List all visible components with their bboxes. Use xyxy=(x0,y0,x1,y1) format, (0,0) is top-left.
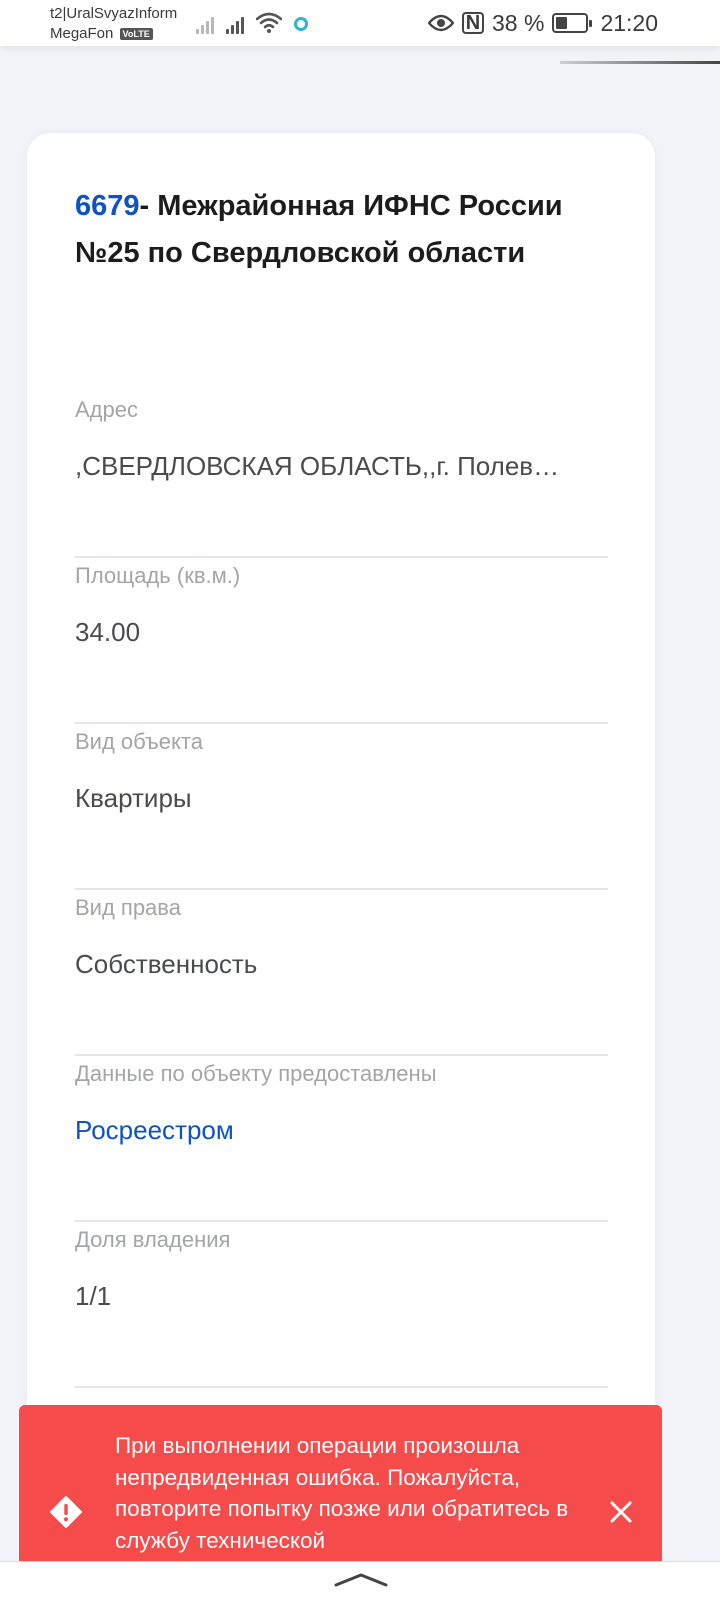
tax-office-code: 6679 xyxy=(75,190,140,222)
signal-icon xyxy=(196,14,214,34)
field-label: Площадь (кв.м.) xyxy=(75,563,241,588)
field-label: Данные по объекту предоставлены xyxy=(75,1061,437,1086)
header-divider xyxy=(560,61,720,64)
wifi-icon xyxy=(256,12,282,33)
field-value: Собственность xyxy=(75,949,258,979)
field-data-source: Данные по объекту предоставлены Росреест… xyxy=(75,1059,608,1222)
sync-icon xyxy=(294,17,308,31)
field-label: Вид объекта xyxy=(75,729,203,754)
warning-diamond-icon xyxy=(50,1496,82,1528)
error-message: При выполнении операции произошла непред… xyxy=(115,1433,569,1553)
field-right-type: Вид права Собственность xyxy=(75,893,608,1056)
clock: 21:20 xyxy=(600,9,658,36)
battery-percent: 38 % xyxy=(492,9,545,36)
field-address: Адрес ,СВЕРДЛОВСКАЯ ОБЛАСТЬ,,г. Полев… xyxy=(75,395,608,558)
field-label: Вид права xyxy=(75,895,181,920)
nfc-icon: N xyxy=(462,12,484,34)
property-card: 6679- Межрайонная ИФНС России №25 по Све… xyxy=(27,133,655,1553)
field-value: Квартиры xyxy=(75,783,192,813)
status-right: N 38 % 21:20 xyxy=(428,8,658,38)
field-area: Площадь (кв.м.) 34.00 xyxy=(75,561,608,724)
field-value: 34.00 xyxy=(75,617,141,647)
field-label: Доля владения xyxy=(75,1227,231,1252)
eye-icon xyxy=(428,14,454,32)
chevron-up-icon[interactable] xyxy=(334,1572,388,1588)
carrier-line-1: t2|UralSvyazInform xyxy=(50,5,178,22)
field-value: 1/1 xyxy=(75,1281,112,1311)
field-label: Адрес xyxy=(75,397,138,422)
field-value: ,СВЕРДЛОВСКАЯ ОБЛАСТЬ,,г. Полев… xyxy=(75,451,560,481)
connectivity-icons xyxy=(196,10,308,34)
card-title: 6679- Межрайонная ИФНС России №25 по Све… xyxy=(75,183,575,277)
data-source-link[interactable]: Росреестром xyxy=(75,1111,608,1149)
close-icon[interactable] xyxy=(604,1495,638,1529)
status-bar: t2|UralSvyazInform MegaFon VoLTE N 38 % … xyxy=(0,0,720,46)
battery-icon xyxy=(552,13,593,33)
field-ownership-share: Доля владения 1/1 xyxy=(75,1225,608,1388)
volte-badge: VoLTE xyxy=(119,28,153,41)
field-object-type: Вид объекта Квартиры xyxy=(75,727,608,890)
system-nav-bar xyxy=(0,1561,720,1600)
signal-icon xyxy=(226,14,244,34)
carrier-info: t2|UralSvyazInform MegaFon VoLTE xyxy=(50,4,177,44)
tax-office-name: - Межрайонная ИФНС России №25 по Свердло… xyxy=(75,190,563,269)
carrier-line-2: MegaFon xyxy=(50,25,114,42)
